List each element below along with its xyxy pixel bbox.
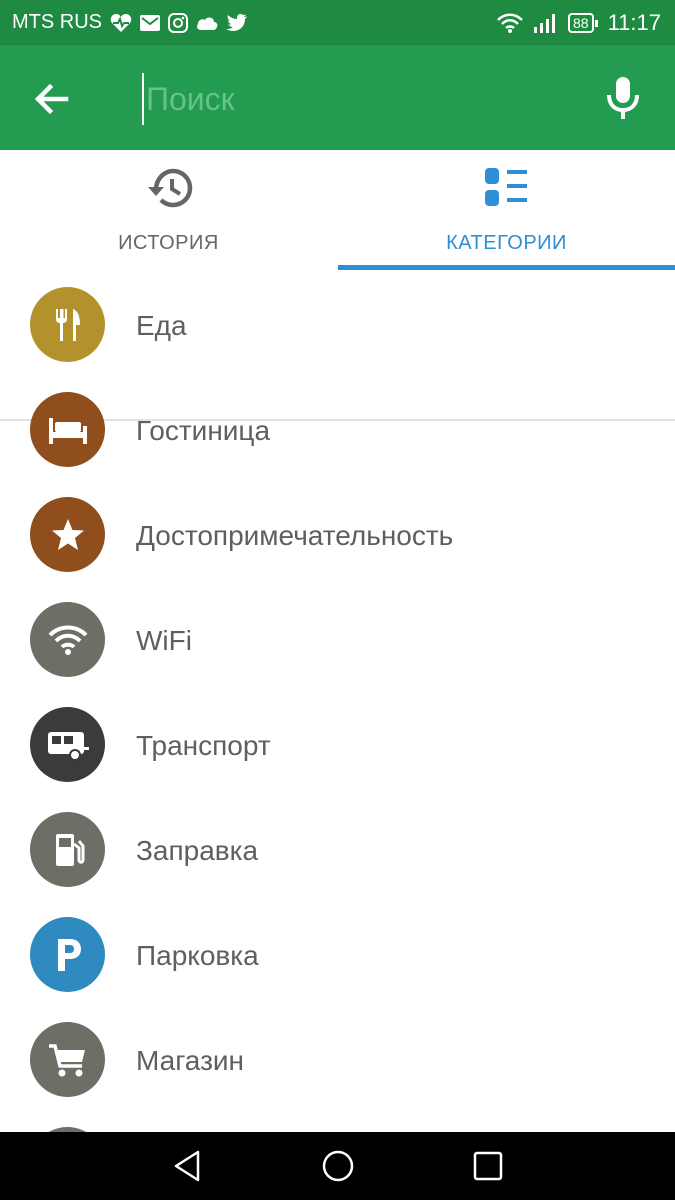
star-icon bbox=[51, 518, 84, 550]
list-item-parking[interactable]: Парковка bbox=[0, 902, 675, 1007]
list-item-attraction[interactable]: Достопримечательность bbox=[0, 482, 675, 587]
mail-icon bbox=[140, 14, 160, 31]
back-button[interactable] bbox=[28, 75, 76, 123]
home-circle-icon bbox=[322, 1150, 354, 1182]
bus-icon bbox=[47, 731, 89, 761]
list-item-gas-station[interactable]: Заправка bbox=[0, 797, 675, 902]
back-triangle-icon bbox=[174, 1150, 200, 1182]
tab-history[interactable]: ИСТОРИЯ bbox=[0, 150, 337, 270]
microphone-icon bbox=[607, 77, 639, 119]
category-icon-bg bbox=[30, 1022, 105, 1097]
instagram-icon bbox=[168, 12, 188, 33]
list-item-wifi[interactable]: WiFi bbox=[0, 587, 675, 692]
category-icon-bg bbox=[30, 917, 105, 992]
clock: 11:17 bbox=[607, 9, 661, 35]
category-label: Еда bbox=[136, 310, 187, 341]
active-tab-indicator bbox=[338, 265, 675, 270]
list-item-shop[interactable]: Магазин bbox=[0, 1007, 675, 1112]
nav-recents-button[interactable] bbox=[468, 1146, 508, 1186]
category-icon-bg bbox=[30, 812, 105, 887]
category-label: WiFi bbox=[136, 625, 192, 656]
twitter-icon bbox=[226, 13, 247, 31]
status-bar: MTS RUS 88 11:17 bbox=[0, 0, 675, 45]
signal-icon bbox=[534, 13, 555, 33]
fork-knife-icon bbox=[55, 308, 80, 341]
category-label: Заправка bbox=[136, 835, 259, 866]
cloud-icon bbox=[197, 17, 218, 30]
shopping-cart-icon bbox=[48, 1043, 85, 1076]
status-right: 88 11:17 bbox=[496, 10, 661, 36]
category-label: Магазин bbox=[136, 1045, 245, 1076]
search-input[interactable] bbox=[142, 73, 578, 125]
battery-icon: 88 bbox=[568, 12, 598, 33]
carrier-name: MTS RUS bbox=[12, 11, 102, 33]
tab-categories[interactable]: КАТЕГОРИИ bbox=[338, 150, 675, 270]
voice-search-button[interactable] bbox=[600, 73, 646, 123]
search-toolbar bbox=[0, 45, 675, 150]
category-icon-bg bbox=[30, 392, 105, 467]
category-label: Парковка bbox=[136, 940, 259, 971]
wifi-icon bbox=[48, 625, 87, 655]
category-icon-bg bbox=[30, 602, 105, 677]
recents-square-icon bbox=[473, 1151, 503, 1181]
categories-icon bbox=[484, 168, 527, 206]
category-label: Транспорт bbox=[136, 730, 271, 761]
history-icon bbox=[147, 168, 192, 208]
system-nav-bar bbox=[0, 1132, 675, 1200]
category-list: Еда Гостиница Достопримечательность WiFi… bbox=[0, 272, 675, 1132]
heart-rate-icon bbox=[110, 13, 132, 32]
category-label: Гостиница bbox=[136, 415, 271, 446]
tab-history-label: ИСТОРИЯ bbox=[118, 232, 219, 254]
tab-bar: ИСТОРИЯ КАТЕГОРИИ bbox=[0, 150, 675, 421]
list-item-partial[interactable] bbox=[0, 1112, 675, 1132]
category-icon-bg bbox=[30, 497, 105, 572]
nav-home-button[interactable] bbox=[318, 1146, 358, 1186]
parking-icon bbox=[57, 938, 81, 971]
bed-icon bbox=[48, 417, 87, 444]
category-icon-bg bbox=[30, 287, 105, 362]
list-item-food[interactable]: Еда bbox=[0, 272, 675, 377]
list-item-hotel[interactable]: Гостиница bbox=[0, 377, 675, 482]
gas-pump-icon bbox=[55, 833, 84, 866]
arrow-left-icon bbox=[34, 83, 69, 115]
list-item-transport[interactable]: Транспорт bbox=[0, 692, 675, 797]
tab-categories-label: КАТЕГОРИИ bbox=[446, 232, 567, 254]
wifi-icon bbox=[497, 13, 523, 33]
nav-back-button[interactable] bbox=[168, 1146, 208, 1186]
category-icon-bg bbox=[30, 707, 105, 782]
status-left: MTS RUS bbox=[12, 11, 248, 34]
category-label: Достопримечательность bbox=[136, 520, 454, 551]
